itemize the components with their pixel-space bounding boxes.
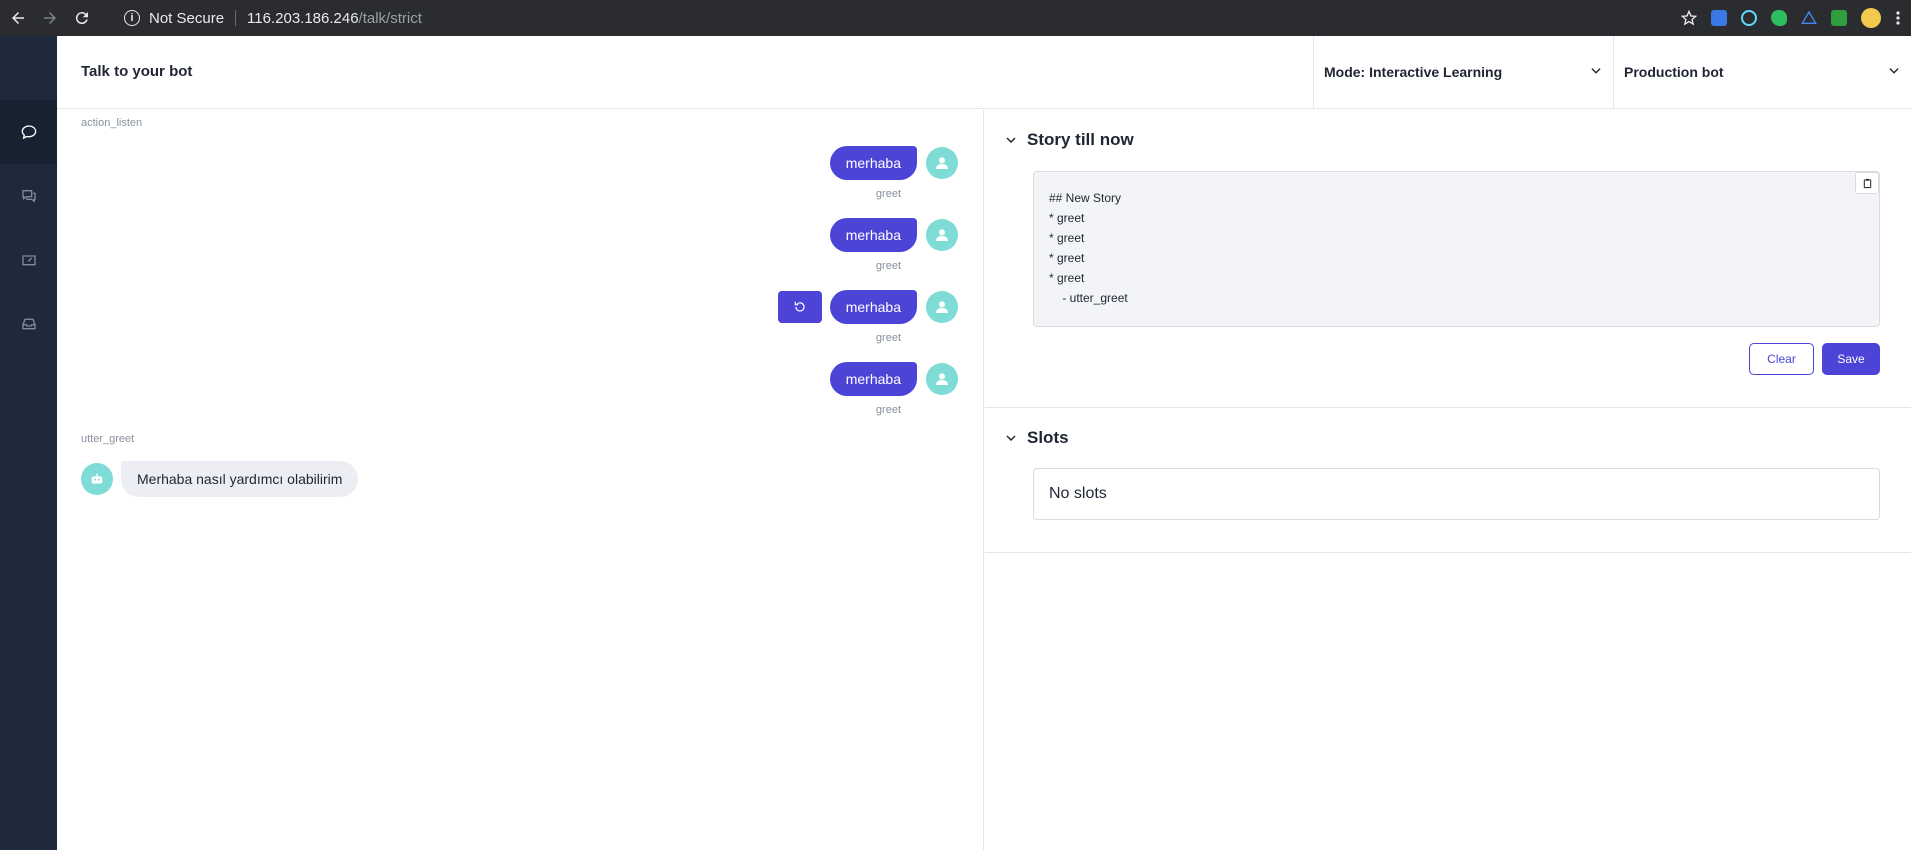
story-section-title: Story till now bbox=[1027, 130, 1134, 149]
user-icon bbox=[936, 157, 948, 169]
address-bar[interactable]: i Not Secure 116.203.186.246/talk/strict bbox=[124, 10, 422, 27]
sidebar-item-top bbox=[0, 36, 57, 100]
sidebar-item-inbox[interactable] bbox=[0, 292, 57, 356]
mode-dropdown-label: Mode: Interactive Learning bbox=[1324, 64, 1503, 80]
back-button[interactable] bbox=[4, 4, 32, 32]
url-host: 116.203.186.246 bbox=[247, 9, 359, 27]
bot-avatar bbox=[81, 463, 113, 495]
action-label: action_listen bbox=[81, 117, 143, 129]
user-message[interactable]: merhaba bbox=[829, 218, 917, 252]
intent-label[interactable]: greet bbox=[876, 332, 901, 344]
undo-icon bbox=[794, 301, 805, 312]
reload-button[interactable] bbox=[68, 4, 96, 32]
story-line: * greet bbox=[1049, 271, 1085, 285]
bot-message-row: Merhaba nasıl yardımcı olabilirim bbox=[81, 461, 359, 497]
bot-dropdown-label: Production bot bbox=[1624, 64, 1724, 80]
forward-button[interactable] bbox=[36, 4, 64, 32]
user-message-row: merhaba bbox=[777, 290, 958, 324]
chat-bubble-icon bbox=[21, 125, 36, 140]
drive-extension-icon[interactable] bbox=[1801, 10, 1817, 26]
copy-button[interactable] bbox=[1855, 172, 1879, 194]
clipboard-icon bbox=[1863, 178, 1871, 188]
inbox-icon bbox=[21, 318, 36, 330]
robot-icon bbox=[91, 473, 103, 484]
bot-dropdown[interactable]: Production bot bbox=[1613, 36, 1911, 108]
back-arrow-icon bbox=[12, 12, 24, 24]
no-slots-text: No slots bbox=[1049, 485, 1107, 502]
story-line: * greet bbox=[1049, 251, 1085, 265]
undo-button[interactable] bbox=[777, 291, 822, 323]
sidebar-item-dashboard[interactable] bbox=[0, 228, 57, 292]
page-header: Talk to your bot Mode: Interactive Learn… bbox=[57, 36, 1911, 109]
chat-panel: action_listen merhaba greet merhaba gree… bbox=[57, 110, 984, 850]
chevron-down-icon bbox=[1006, 137, 1016, 144]
story-line: ## New Story bbox=[1049, 191, 1122, 205]
info-icon[interactable]: i bbox=[124, 10, 140, 26]
evernote-extension-icon[interactable] bbox=[1771, 10, 1787, 26]
intent-label[interactable]: greet bbox=[876, 188, 901, 200]
slots-box: No slots bbox=[1033, 468, 1880, 520]
user-icon bbox=[936, 301, 948, 313]
app-sidebar bbox=[0, 36, 57, 850]
react-extension-icon[interactable] bbox=[1741, 10, 1757, 26]
clear-button[interactable]: Clear bbox=[1749, 343, 1814, 375]
user-avatar bbox=[926, 147, 958, 179]
slots-section-title: Slots bbox=[1027, 428, 1069, 447]
chevron-down-icon bbox=[1889, 68, 1899, 74]
bookmark-star-icon[interactable] bbox=[1681, 10, 1697, 26]
reload-icon bbox=[75, 12, 88, 25]
story-line: - utter_greet bbox=[1049, 291, 1128, 305]
chevron-down-icon bbox=[1591, 68, 1601, 74]
dashboard-icon bbox=[21, 255, 36, 266]
user-icon bbox=[936, 229, 948, 241]
bot-action-label: utter_greet bbox=[81, 433, 135, 445]
story-panel: Story till now ## New Story * greet * gr… bbox=[985, 110, 1911, 850]
user-message-row: merhaba bbox=[829, 362, 958, 396]
extensions-area bbox=[1681, 0, 1901, 36]
url-separator bbox=[235, 10, 237, 26]
bot-message: Merhaba nasıl yardımcı olabilirim bbox=[121, 461, 359, 497]
story-line: * greet bbox=[1049, 231, 1085, 245]
user-message[interactable]: merhaba bbox=[829, 290, 917, 324]
profile-avatar-icon[interactable] bbox=[1861, 8, 1881, 28]
sidebar-item-conversations[interactable] bbox=[0, 164, 57, 228]
user-message[interactable]: merhaba bbox=[829, 362, 917, 396]
section-divider bbox=[985, 407, 1911, 408]
user-avatar bbox=[926, 219, 958, 251]
story-line: * greet bbox=[1049, 211, 1085, 225]
user-avatar bbox=[926, 291, 958, 323]
cors-extension-icon[interactable] bbox=[1831, 10, 1847, 26]
sidebar-item-talk[interactable] bbox=[0, 100, 57, 164]
intent-label[interactable]: greet bbox=[876, 404, 901, 416]
save-button[interactable]: Save bbox=[1822, 343, 1880, 375]
url-path: /talk/strict bbox=[358, 9, 422, 27]
translate-extension-icon[interactable] bbox=[1711, 10, 1727, 26]
more-menu-icon[interactable] bbox=[1895, 10, 1901, 26]
forward-arrow-icon bbox=[44, 12, 56, 24]
intent-label[interactable]: greet bbox=[876, 260, 901, 272]
user-message-row: merhaba bbox=[829, 146, 958, 180]
user-avatar bbox=[926, 363, 958, 395]
page-title: Talk to your bot bbox=[81, 63, 193, 80]
user-message-row: merhaba bbox=[829, 218, 958, 252]
user-icon bbox=[936, 373, 948, 385]
slots-section-header[interactable]: Slots bbox=[1005, 428, 1069, 448]
security-label: Not Secure bbox=[149, 9, 225, 27]
conversations-icon bbox=[21, 190, 36, 203]
user-message[interactable]: merhaba bbox=[829, 146, 917, 180]
chevron-down-icon bbox=[1006, 435, 1016, 442]
story-code-box: ## New Story * greet * greet * greet * g… bbox=[1033, 171, 1880, 327]
story-section-header[interactable]: Story till now bbox=[1005, 130, 1134, 150]
browser-toolbar: i Not Secure 116.203.186.246/talk/strict bbox=[0, 0, 1911, 36]
mode-dropdown[interactable]: Mode: Interactive Learning bbox=[1313, 36, 1613, 108]
section-divider bbox=[985, 552, 1911, 553]
